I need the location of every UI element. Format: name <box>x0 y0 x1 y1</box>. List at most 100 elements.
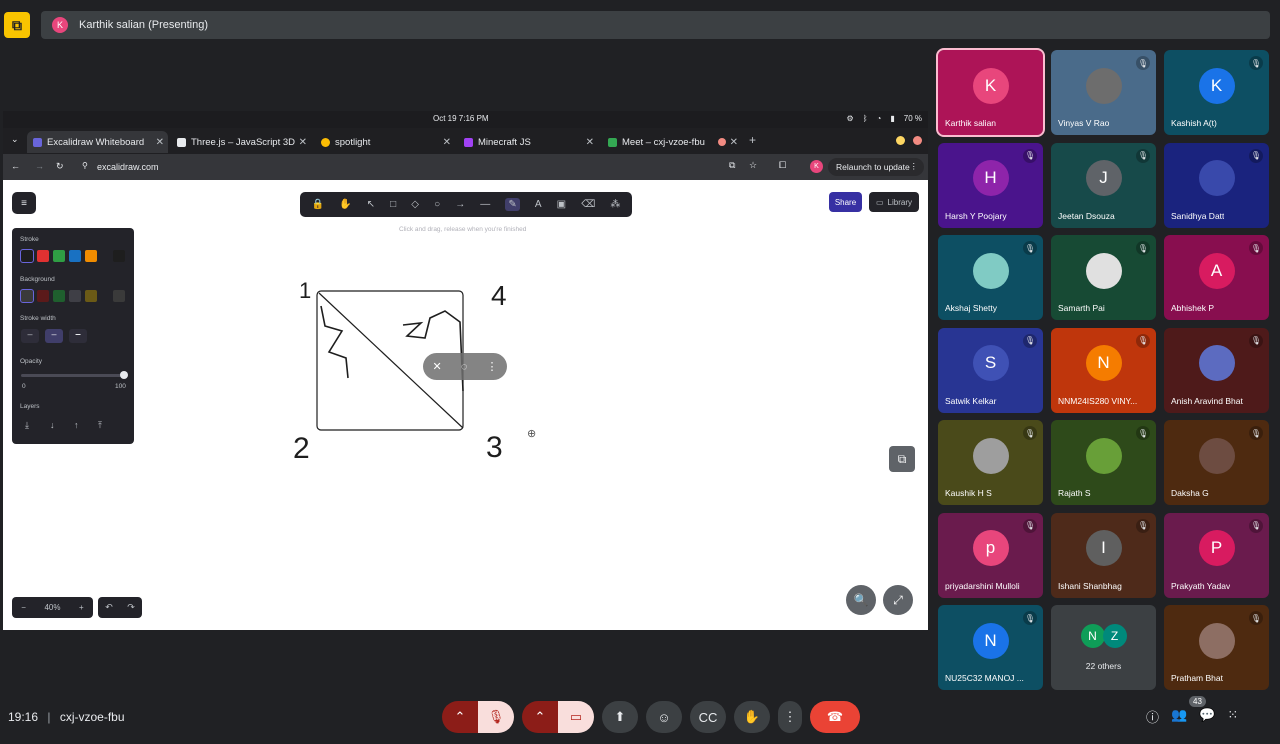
redo-icon[interactable]: ↷ <box>127 602 135 613</box>
stroke-width-extra-bold[interactable]: – <box>69 329 87 343</box>
participant-tile[interactable]: Kaushik H S 🎙 <box>938 420 1043 505</box>
video-options-button[interactable]: ⌃ <box>522 701 558 733</box>
participant-tile[interactable]: Vinyas V Rao 🎙 <box>1051 50 1156 135</box>
tab-excalidraw[interactable]: Excalidraw Whiteboard ✕ <box>27 131 168 153</box>
new-tab-icon[interactable]: + <box>749 133 756 147</box>
stroke-swatch-blue[interactable] <box>69 250 81 262</box>
participant-tile[interactable]: Pratham Bhat 🎙 <box>1164 605 1269 690</box>
diamond-icon[interactable]: ◇ <box>411 199 419 210</box>
participant-tile[interactable]: P Prakyath Yadav 🎙 <box>1164 512 1269 598</box>
zoom-screen-button[interactable]: 🔍 <box>846 585 876 615</box>
participant-tile[interactable]: J Jeetan Dsouza 🎙 <box>1051 142 1156 228</box>
close-icon[interactable]: ✕ <box>730 137 738 148</box>
more-options-button[interactable]: ⋮ <box>778 701 802 733</box>
bg-custom-swatch[interactable] <box>113 290 125 302</box>
participant-tile[interactable]: Anish Aravind Bhat 🎙 <box>1164 327 1269 413</box>
participant-tile[interactable]: Samarth Pai 🎙 <box>1051 235 1156 320</box>
main-menu-button[interactable]: ≡ <box>12 192 36 214</box>
participant-tile[interactable]: N NNM24IS280 VINY... 🎙 <box>1051 327 1156 413</box>
minimize-icon[interactable] <box>896 136 905 145</box>
bg-swatch-yellow[interactable] <box>85 290 97 302</box>
url-field[interactable]: excalidraw.com <box>97 162 159 172</box>
stroke-swatch-black[interactable] <box>20 249 34 263</box>
undo-icon[interactable]: ↶ <box>105 602 113 613</box>
zoom-in-icon[interactable]: + <box>79 603 84 612</box>
eraser-icon[interactable]: ⌫ <box>581 199 595 210</box>
arrow-icon[interactable]: → <box>455 199 465 210</box>
install-icon[interactable]: ⧉ <box>729 160 735 171</box>
participant-tile[interactable]: I Ishani Shanbhag 🎙 <box>1051 512 1156 598</box>
tab-list-icon[interactable]: ⌄ <box>11 134 19 145</box>
participant-tile[interactable]: p priyadarshini Mulloli 🎙 <box>938 512 1043 598</box>
stroke-width-bold[interactable]: – <box>45 329 63 343</box>
app-logo-icon[interactable]: ⧉ <box>4 12 30 38</box>
reactions-button[interactable]: ☺ <box>646 701 682 733</box>
leave-call-button[interactable]: ☎ <box>810 701 860 733</box>
more-tools-icon[interactable]: ⁂ <box>610 199 620 210</box>
stroke-width-thin[interactable]: – <box>21 329 39 343</box>
forward-icon[interactable]: → <box>35 161 44 171</box>
hand-icon[interactable]: ✋ <box>339 199 351 210</box>
share-button[interactable]: Share <box>829 192 862 212</box>
tab-spotlight[interactable]: spotlight ✕ <box>315 131 455 153</box>
mic-muted-icon[interactable]: ◌ <box>461 361 468 373</box>
tab-minecraft[interactable]: Minecraft JS ✕ <box>458 131 598 153</box>
participant-tile[interactable]: Rajath S 🎙 <box>1051 420 1156 505</box>
pencil-icon[interactable]: ✎ <box>505 198 520 211</box>
participant-tile[interactable]: Sanidhya Datt 🎙 <box>1164 142 1269 228</box>
participant-tile[interactable]: N Z 22 others <box>1051 605 1156 690</box>
line-icon[interactable]: — <box>480 199 490 210</box>
participant-tile[interactable]: A Abhishek P 🎙 <box>1164 235 1269 320</box>
excalidraw-canvas[interactable]: 1 4 2 3 ⊕ ≡ 🔒 ✋ ↖ □ ◇ ○ → — ✎ A ▣ ⌫ ⁂ Cl… <box>3 180 928 630</box>
more-vert-icon[interactable]: ⋮ <box>486 360 497 373</box>
present-button[interactable]: ⬆ <box>602 701 638 733</box>
participant-tile[interactable]: K Kashish A(t) 🎙 <box>1164 50 1269 135</box>
activities-icon[interactable]: ⁙ <box>1227 707 1238 726</box>
bring-forward-icon[interactable]: ↑ <box>74 420 79 430</box>
participant-tile[interactable]: Akshaj Shetty 🎙 <box>938 235 1043 320</box>
close-window-icon[interactable] <box>913 136 922 145</box>
chat-icon[interactable]: 💬 <box>1199 707 1215 726</box>
bg-swatch-transparent[interactable] <box>20 289 34 303</box>
opacity-slider[interactable] <box>21 374 125 377</box>
info-icon[interactable]: ⓘ <box>1146 707 1159 726</box>
extensions-icon[interactable]: ⧠ <box>779 160 786 171</box>
relaunch-button[interactable]: Relaunch to update ⋮ <box>828 158 924 176</box>
participant-tile[interactable]: K Karthik salian <box>936 48 1045 137</box>
bring-to-front-icon[interactable]: ⤒ <box>98 420 102 431</box>
bookmark-star-icon[interactable]: ☆ <box>749 160 757 171</box>
back-icon[interactable]: ← <box>11 161 20 171</box>
participant-tile[interactable]: H Harsh Y Poojary 🎙 <box>938 142 1043 228</box>
reload-icon[interactable]: ↻ <box>56 161 64 172</box>
mic-toggle-button[interactable]: 🎙 <box>478 701 514 733</box>
fullscreen-button[interactable]: ⤢ <box>883 585 913 615</box>
ellipse-icon[interactable]: ○ <box>434 199 440 210</box>
lock-icon[interactable]: 🔒 <box>312 199 324 210</box>
close-icon[interactable]: ✕ <box>443 137 451 148</box>
audio-options-button[interactable]: ⌃ <box>442 701 478 733</box>
raise-hand-button[interactable]: ✋ <box>734 701 770 733</box>
site-info-icon[interactable]: ⚲ <box>82 161 88 170</box>
bg-swatch-red[interactable] <box>37 290 49 302</box>
zoom-out-icon[interactable]: − <box>21 603 26 612</box>
participant-tile[interactable]: S Satwik Kelkar 🎙 <box>938 327 1043 413</box>
tab-threejs[interactable]: Three.js – JavaScript 3D ✕ <box>171 131 311 153</box>
stroke-swatch-red[interactable] <box>37 250 49 262</box>
close-icon[interactable]: ✕ <box>156 137 164 148</box>
stroke-swatch-orange[interactable] <box>85 250 97 262</box>
text-icon[interactable]: A <box>535 199 542 210</box>
selection-icon[interactable]: ↖ <box>367 199 375 210</box>
rectangle-icon[interactable]: □ <box>390 199 396 210</box>
participant-tile[interactable]: N NU25C32 MANOJ ... 🎙 <box>938 605 1043 690</box>
bg-swatch-green[interactable] <box>53 290 65 302</box>
people-icon[interactable]: 👥 <box>1171 707 1187 726</box>
stroke-custom-swatch[interactable] <box>113 250 125 262</box>
library-button[interactable]: ▭ Library <box>869 192 919 212</box>
send-to-back-icon[interactable]: ⤓ <box>25 420 29 431</box>
send-backward-icon[interactable]: ↓ <box>50 420 55 430</box>
unpin-icon[interactable]: ✕ <box>433 360 442 373</box>
picture-in-picture-button[interactable]: ⧉ <box>889 446 915 472</box>
camera-toggle-button[interactable]: ▭ <box>558 701 594 733</box>
stroke-swatch-green[interactable] <box>53 250 65 262</box>
close-icon[interactable]: ✕ <box>299 137 307 148</box>
